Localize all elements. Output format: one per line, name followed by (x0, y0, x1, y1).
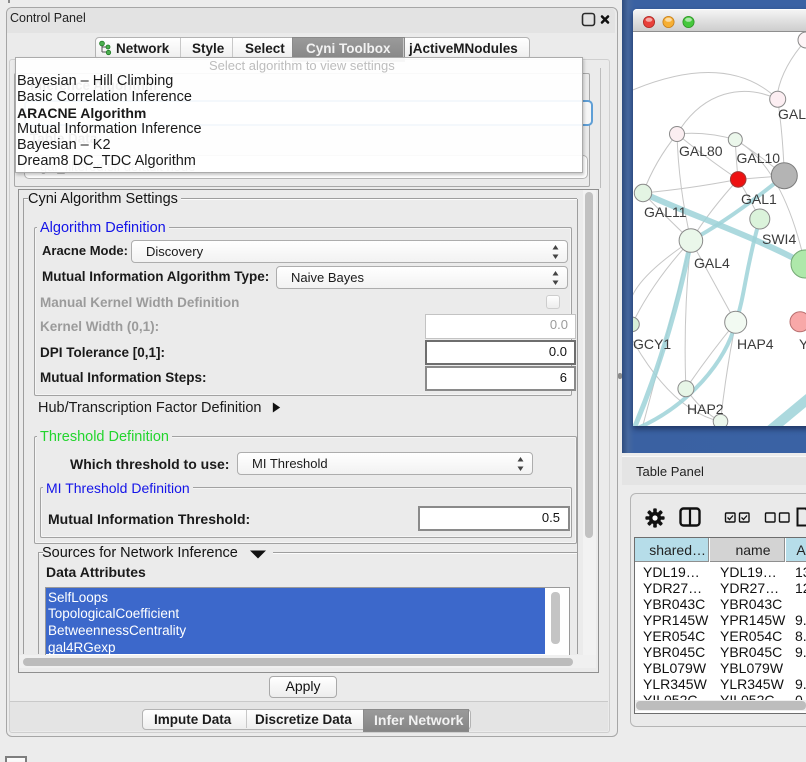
svg-text:HAP4: HAP4 (737, 336, 774, 352)
svg-text:GAL7: GAL7 (778, 106, 806, 122)
svg-text:GAL1: GAL1 (741, 191, 777, 207)
svg-text:GAL4: GAL4 (694, 255, 730, 271)
svg-text:GAL11: GAL11 (644, 204, 687, 220)
svg-text:Y: Y (799, 336, 806, 352)
svg-text:GAL10: GAL10 (737, 150, 781, 166)
svg-text:HAP2: HAP2 (687, 401, 724, 417)
svg-text:GCY1: GCY1 (633, 336, 671, 352)
svg-text:SWI4: SWI4 (762, 231, 796, 247)
svg-text:GAL80: GAL80 (679, 143, 723, 159)
